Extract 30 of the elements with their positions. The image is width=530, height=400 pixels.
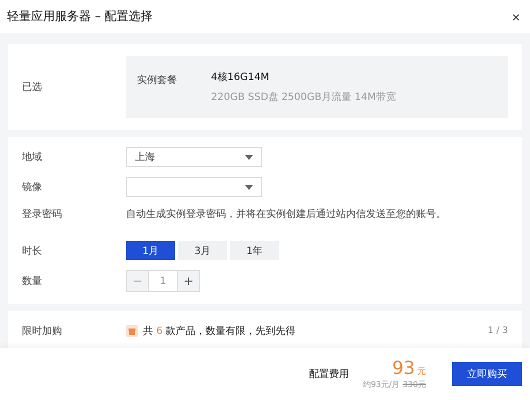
page-indicator: 1 / 3 [488,326,508,336]
field-label: 已选 [22,80,43,94]
close-button[interactable]: × [510,8,522,24]
price-unit: 元 [417,367,426,377]
region-dropdown[interactable]: 上海 [126,147,262,167]
package-detail: 220GB SSD盘 2500GB月流量 14M带宽 [211,90,396,104]
price: 93 [392,358,415,379]
original-price: 330元 [402,379,426,390]
image-dropdown[interactable] [126,177,262,197]
password-note: 自动生成实例登录密码，并将在实例创建后通过站内信发送至您的账号。 [126,208,446,221]
duration-option[interactable]: 3月 [178,241,227,260]
promo-text: 共 6 款产品，数量有限，先到先得 [143,324,297,338]
package-name: 4核16G14M [211,70,270,84]
monthly-price: 约93元/月 [362,379,400,390]
field-label: 登录密码 [22,208,63,221]
caret-icon [245,184,253,190]
field-label: 时长 [22,244,43,258]
field-label: 镜像 [22,180,43,194]
buy-button[interactable]: 立即购买 [452,362,522,386]
fee-label: 配置费用 [308,368,349,381]
field-label: 实例套餐 [137,74,177,87]
duration-option[interactable]: 1年 [230,241,279,260]
window-title: 轻量应用服务器 – 配置选择 [7,8,153,25]
field-label: 地域 [22,150,43,164]
field-label: 数量 [22,275,43,288]
field-label: 限时加购 [22,324,63,338]
caret-icon [245,154,253,160]
duration-option[interactable]: 1月 [126,241,175,260]
increment-button[interactable]: + [178,271,199,291]
gift-icon [126,325,138,337]
